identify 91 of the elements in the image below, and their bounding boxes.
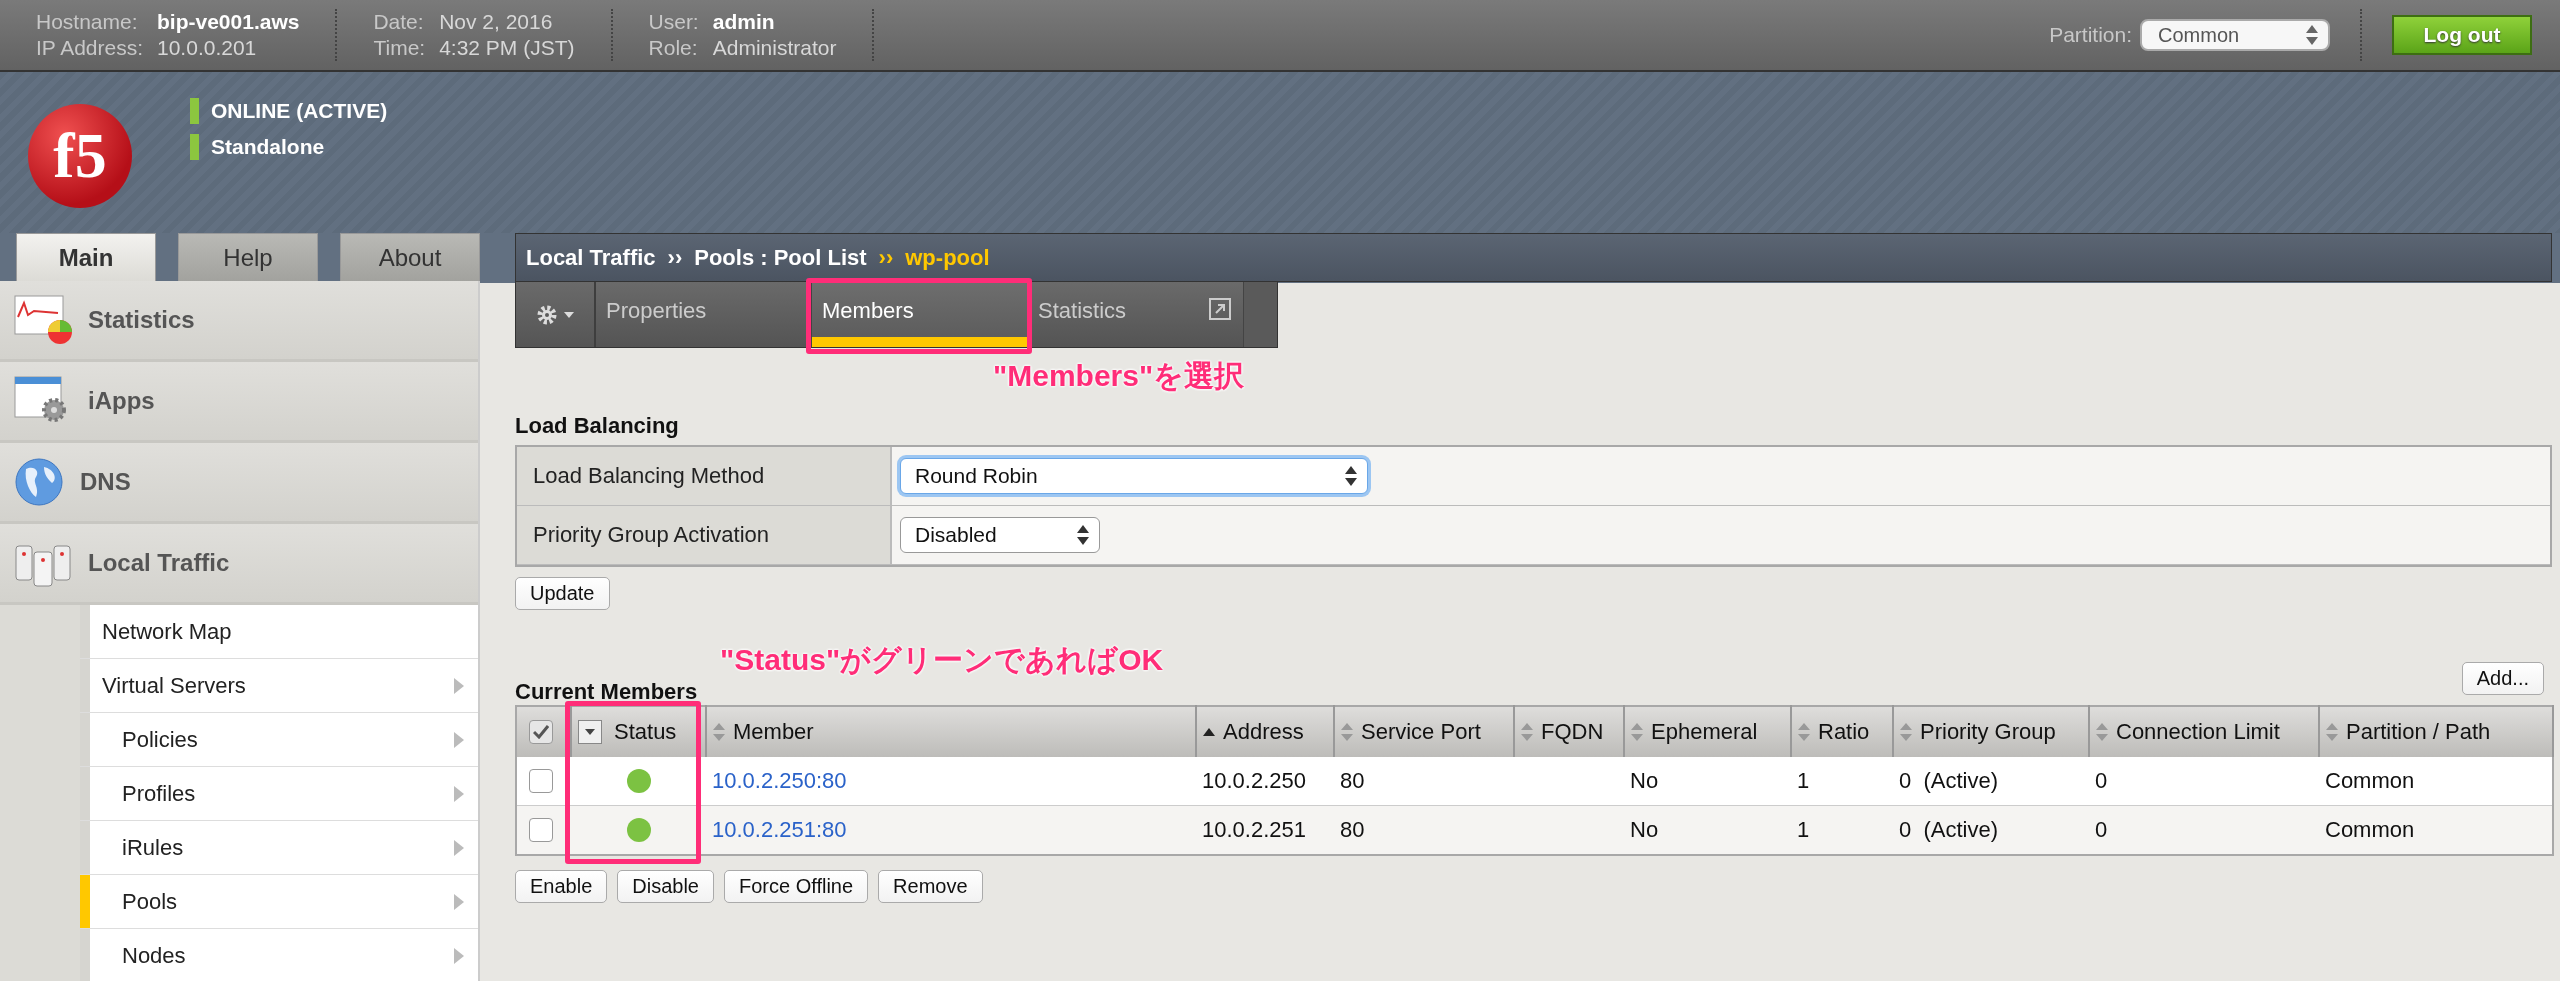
table-cell: No — [1624, 805, 1791, 855]
column-header[interactable]: Connection Limit — [2089, 706, 2319, 757]
select-field[interactable]: Disabled — [900, 517, 1100, 553]
globe-icon — [14, 457, 64, 507]
column-header[interactable]: Status — [571, 706, 706, 757]
sidebar-section[interactable]: iApps — [0, 362, 478, 443]
action-button[interactable]: Force Offline — [724, 870, 869, 903]
table-cell: No — [1624, 757, 1791, 806]
table-cell: 0 (Active) — [1893, 805, 2089, 855]
row-checkbox[interactable] — [529, 769, 553, 793]
sidebar-section[interactable]: Statistics — [0, 281, 478, 362]
status-indicator: ONLINE (ACTIVE) — [190, 98, 388, 124]
info-value: Nov 2, 2016 — [439, 10, 554, 34]
column-header[interactable]: Ephemeral — [1624, 706, 1791, 757]
info-value: Administrator — [712, 36, 837, 60]
select-arrows-icon — [2306, 25, 2318, 45]
action-button[interactable]: Enable — [515, 870, 608, 903]
field-label: Priority Group Activation — [517, 506, 892, 565]
info-label: IP Address: — [36, 36, 143, 60]
breadcrumb-separator: ›› — [878, 244, 894, 271]
page-tab[interactable]: Properties — [596, 282, 812, 347]
sidebar-item[interactable]: Nodes — [80, 929, 478, 981]
sidebar-item[interactable]: Profiles — [80, 767, 478, 821]
breadcrumb-item: wp-pool — [905, 244, 990, 271]
table-cell: 80 — [1334, 757, 1514, 806]
sidebar-item[interactable]: Pools — [80, 875, 478, 929]
select-arrows-icon — [1077, 525, 1089, 545]
caret-icon — [564, 311, 574, 318]
select-all-checkbox[interactable] — [529, 720, 553, 744]
info-label: Time: — [373, 36, 426, 60]
annotation: "Status"がグリーンであればOK — [720, 642, 1164, 678]
member-link[interactable]: 10.0.2.251:80 — [712, 817, 847, 842]
select-arrows-icon — [1345, 466, 1357, 486]
column-header[interactable]: Partition / Path — [2319, 706, 2553, 757]
sidebar-item[interactable]: Network Map — [80, 605, 478, 659]
column-header[interactable]: Priority Group — [1893, 706, 2089, 757]
chart-icon — [14, 295, 72, 345]
partition-label: Partition: — [2049, 23, 2132, 47]
member-link[interactable]: 10.0.2.250:80 — [712, 768, 847, 793]
dropdown-icon[interactable] — [578, 720, 602, 744]
column-header[interactable]: FQDN — [1514, 706, 1624, 757]
section-title: Current Members — [515, 679, 699, 705]
sidebar-item[interactable]: Policies — [80, 713, 478, 767]
info-label: Role: — [648, 36, 699, 60]
table-cell: Common — [2319, 805, 2553, 855]
status-indicator: Standalone — [190, 134, 388, 160]
breadcrumb-separator: ›› — [667, 244, 683, 271]
info-value: 4:32 PM (JST) — [439, 36, 575, 60]
table-cell: 0 — [2089, 757, 2319, 806]
column-header[interactable]: Address — [1196, 706, 1334, 757]
settings-button[interactable] — [516, 282, 596, 347]
breadcrumb-item[interactable]: Local Traffic — [526, 244, 656, 271]
popout-icon[interactable] — [1209, 298, 1231, 320]
field-label: Load Balancing Method — [517, 447, 892, 506]
row-checkbox[interactable] — [529, 818, 553, 842]
nav-tab[interactable]: About — [340, 233, 480, 281]
table-cell: 10.0.2.251 — [1196, 805, 1334, 855]
sidebar-section[interactable]: Local Traffic — [0, 524, 478, 605]
partition-select[interactable]: Common — [2140, 19, 2330, 51]
column-header[interactable]: Service Port — [1334, 706, 1514, 757]
table-cell: 80 — [1334, 805, 1514, 855]
select-field[interactable]: Round Robin — [900, 458, 1368, 494]
breadcrumb-item[interactable]: Pools : Pool List — [694, 244, 867, 271]
table-cell: 0 — [2089, 805, 2319, 855]
info-value: 10.0.0.201 — [157, 36, 258, 60]
info-label: User: — [648, 10, 699, 34]
update-button[interactable]: Update — [515, 577, 610, 610]
table-cell: 10.0.2.250 — [1196, 757, 1334, 806]
column-header[interactable]: Member — [706, 706, 1196, 757]
section-title: Load Balancing — [515, 413, 680, 439]
info-value: bip-ve001.aws — [157, 10, 300, 34]
table-cell: Common — [2319, 757, 2553, 806]
table-cell: 1 — [1791, 805, 1893, 855]
info-label: Hostname: — [36, 10, 139, 34]
info-label: Date: — [373, 10, 425, 34]
add-button[interactable]: Add... — [2461, 662, 2544, 695]
sidebar-section[interactable]: DNS — [0, 443, 478, 524]
logo: f5 — [28, 104, 132, 208]
gear-icon — [536, 303, 558, 326]
sidebar-item[interactable]: Virtual Servers — [80, 659, 478, 713]
sidebar-item[interactable]: iRules — [80, 821, 478, 875]
column-header[interactable]: Ratio — [1791, 706, 1893, 757]
info-value: admin — [712, 10, 776, 34]
action-button[interactable]: Disable — [617, 870, 714, 903]
nav-tab[interactable]: Help — [178, 233, 318, 281]
table-cell: 1 — [1791, 757, 1893, 806]
annotation: "Members"を選択 — [993, 358, 1246, 394]
nav-tab[interactable]: Main — [16, 233, 156, 281]
action-button[interactable]: Remove — [878, 870, 983, 903]
page-tab[interactable]: Members — [812, 282, 1028, 347]
table-cell: 0 (Active) — [1893, 757, 2089, 806]
